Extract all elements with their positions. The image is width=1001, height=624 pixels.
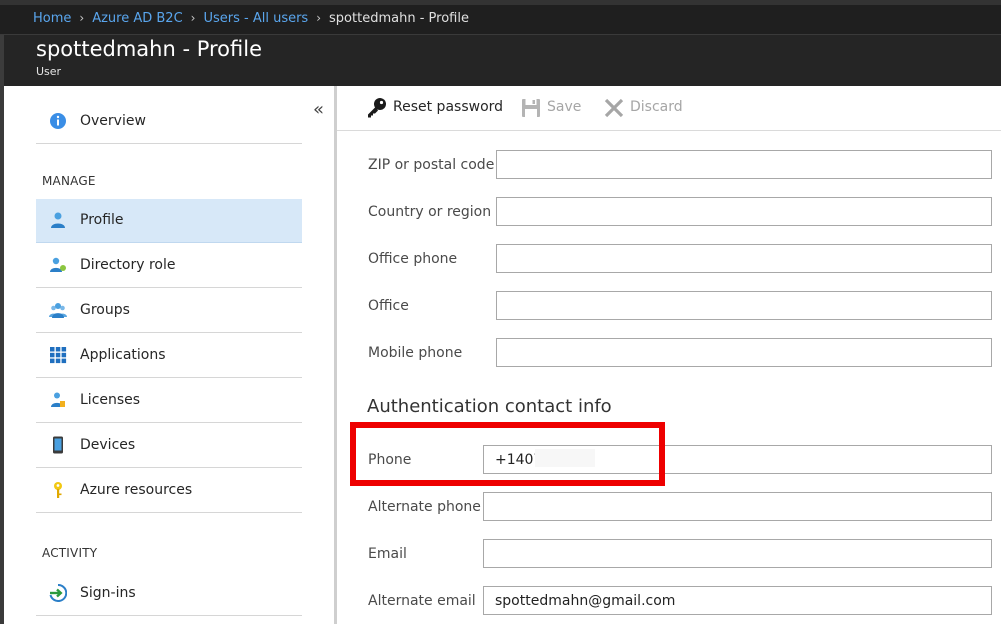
- save-label: Save: [547, 99, 582, 115]
- sidebar-item-label: Groups: [80, 302, 130, 318]
- sidebar-item-label: Devices: [80, 437, 136, 453]
- office-phone-input[interactable]: [496, 244, 992, 273]
- zip-input[interactable]: [496, 150, 992, 179]
- licenses-icon: [51, 392, 65, 407]
- zip-label: ZIP or postal code: [368, 157, 495, 173]
- mobile-phone-label: Mobile phone: [368, 345, 463, 361]
- directory-role-icon: [50, 257, 66, 272]
- groups-icon: [49, 303, 67, 318]
- mobile-phone-input[interactable]: [496, 338, 992, 367]
- sidebar-item-directory-role[interactable]: Directory role: [36, 244, 302, 288]
- auth-contact-heading: Authentication contact info: [367, 396, 612, 417]
- breadcrumb-bar: Home › Azure AD B2C › Users - All users › spot…: [0, 0, 1001, 34]
- chevron-right-icon: ›: [79, 11, 85, 25]
- sidebar-edge: [0, 86, 4, 624]
- country-input[interactable]: [496, 197, 992, 226]
- email-label: Email: [368, 546, 407, 562]
- alternate-email-label: Alternate email: [368, 593, 476, 609]
- sidebar-item-azure-resources[interactable]: Azure resources: [36, 469, 302, 513]
- page-subtitle: User: [36, 65, 62, 78]
- info-icon: [50, 113, 66, 129]
- sidebar: « Overview MANAGE Profile Directory role: [0, 86, 336, 624]
- sidebar-item-licenses[interactable]: Licenses: [36, 379, 302, 423]
- section-activity: ACTIVITY: [42, 546, 98, 560]
- office-phone-label: Office phone: [368, 251, 458, 267]
- alternate-phone-input[interactable]: [483, 492, 992, 521]
- breadcrumb-current: spottedmahn - Profile: [329, 11, 469, 26]
- chevron-right-icon: ›: [190, 11, 196, 25]
- alternate-email-input[interactable]: [483, 586, 992, 615]
- country-label: Country or region: [368, 204, 492, 220]
- sidebar-item-label: Applications: [80, 347, 166, 363]
- sidebar-item-applications[interactable]: Applications: [36, 334, 302, 378]
- save-icon: [522, 99, 540, 117]
- sidebar-item-label: Licenses: [80, 392, 141, 408]
- header-edge: [0, 35, 4, 86]
- office-label: Office: [368, 298, 409, 314]
- sidebar-item-label: Azure resources: [80, 482, 193, 498]
- sidebar-item-label: Directory role: [80, 257, 176, 273]
- sidebar-item-label: Profile: [80, 212, 124, 228]
- reset-password-label: Reset password: [393, 99, 504, 115]
- discard-label: Discard: [630, 99, 683, 115]
- sidebar-item-devices[interactable]: Devices: [36, 424, 302, 468]
- close-icon: [604, 98, 624, 118]
- sidebar-item-overview[interactable]: Overview: [36, 100, 302, 144]
- section-manage: MANAGE: [42, 174, 96, 188]
- key-icon: [54, 482, 62, 498]
- command-bar: Reset password Save Discard: [337, 86, 1001, 131]
- breadcrumb-all-users[interactable]: Users - All users: [203, 11, 308, 26]
- applications-grid-icon: [50, 347, 67, 364]
- sidebar-item-profile[interactable]: Profile: [36, 199, 302, 243]
- alternate-phone-label: Alternate phone: [368, 499, 481, 515]
- sidebar-item-groups[interactable]: Groups: [36, 289, 302, 333]
- collapse-sidebar-icon[interactable]: «: [313, 100, 324, 120]
- office-input[interactable]: [496, 291, 992, 320]
- key-icon: [368, 98, 386, 118]
- user-icon: [51, 212, 65, 228]
- breadcrumb: Home › Azure AD B2C › Users - All users › spot…: [33, 11, 469, 26]
- phone-highlight-box: [350, 422, 665, 486]
- sign-in-icon: [49, 584, 67, 602]
- blade-header: spottedmahn - Profile User: [0, 34, 1001, 86]
- chevron-right-icon: ›: [316, 11, 322, 25]
- sidebar-item-sign-ins[interactable]: Sign-ins: [36, 572, 302, 616]
- breadcrumb-azure-ad-b2c[interactable]: Azure AD B2C: [92, 11, 182, 26]
- email-input[interactable]: [483, 539, 992, 568]
- page-title: spottedmahn - Profile: [36, 37, 263, 61]
- profile-content: Reset password Save Discard ZIP or posta…: [337, 86, 1001, 624]
- sidebar-item-label: Sign-ins: [80, 585, 136, 601]
- device-icon: [53, 436, 63, 454]
- sidebar-item-label: Overview: [80, 113, 146, 129]
- breadcrumb-home[interactable]: Home: [33, 11, 71, 26]
